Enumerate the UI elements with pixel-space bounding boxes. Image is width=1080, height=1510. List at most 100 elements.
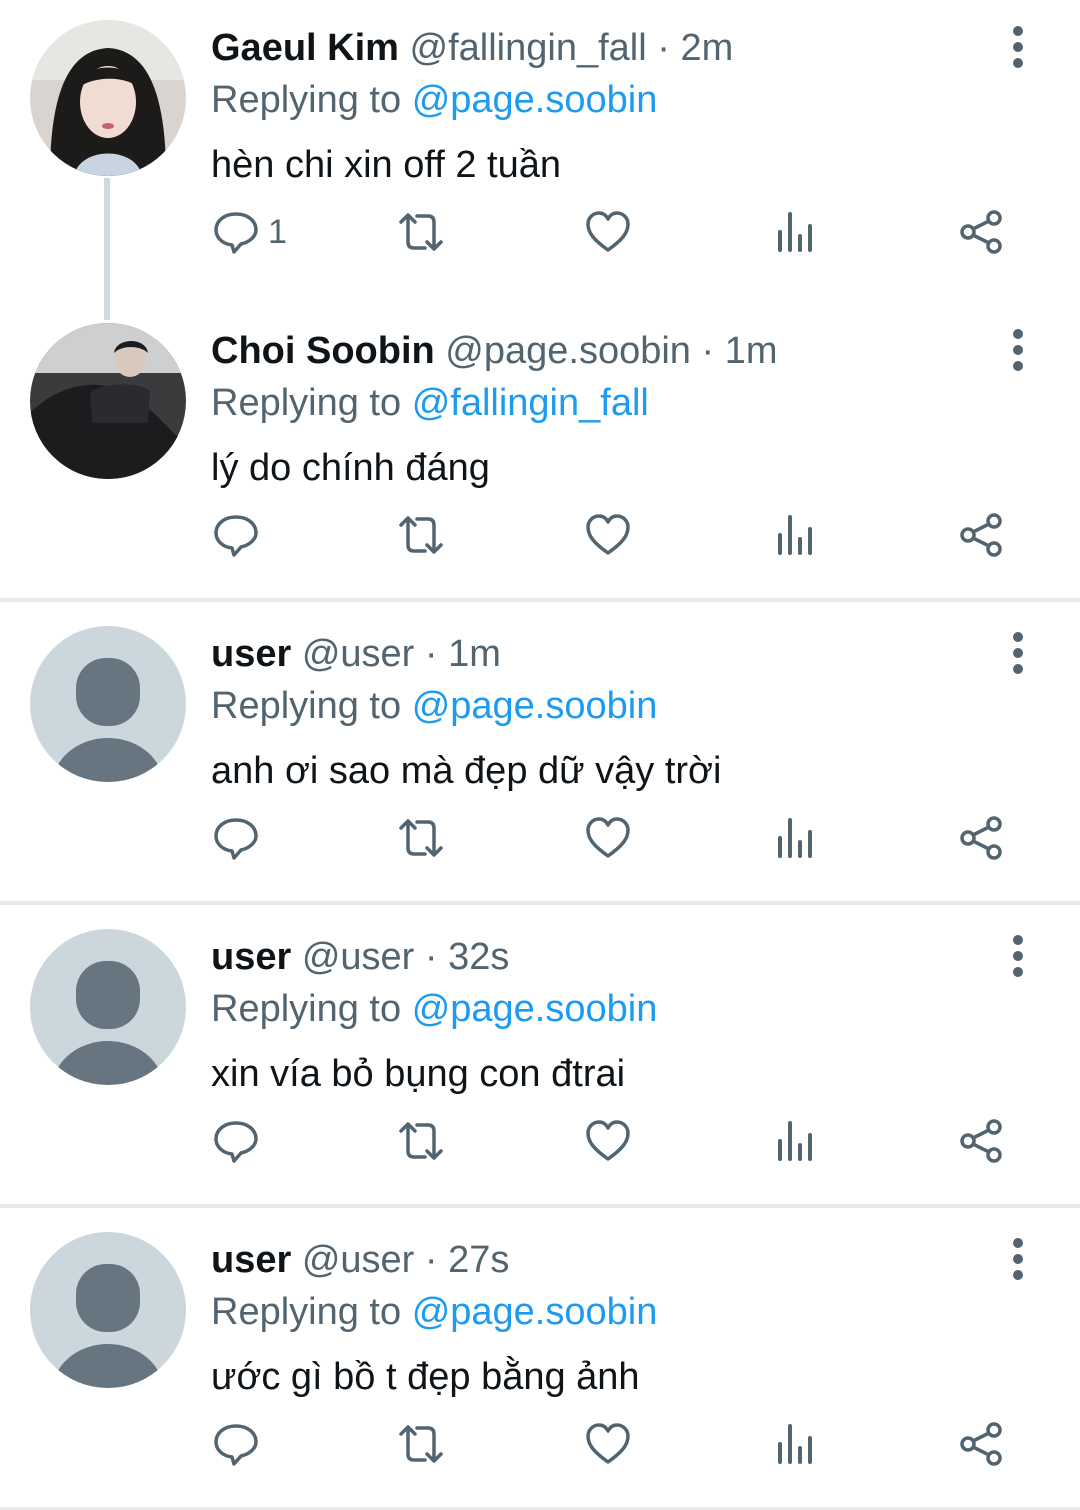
replying-to-handle[interactable]: @page.soobin [412, 1291, 658, 1333]
like-button[interactable] [584, 202, 632, 262]
replying-to-handle[interactable]: @page.soobin [412, 685, 658, 727]
heart-icon [586, 1120, 630, 1161]
display-name[interactable]: user [211, 633, 291, 675]
avatar[interactable] [30, 626, 186, 782]
time-separator: · [424, 936, 438, 978]
replying-to-line: Replying to @fallingin_fall [211, 381, 649, 425]
vertical-dots-icon [1013, 1238, 1023, 1280]
replying-to-line: Replying to @page.soobin [211, 987, 657, 1031]
more-options-button[interactable] [998, 628, 1038, 678]
tweet[interactable]: user @user · 1m Replying to @page.soobin… [0, 606, 1080, 902]
display-name[interactable]: user [211, 1239, 291, 1281]
retweet-button[interactable] [397, 202, 445, 262]
tweet[interactable]: Gaeul Kim @fallingin_fall · 2m Replying … [0, 0, 1080, 300]
more-options-button[interactable] [998, 325, 1038, 375]
avatar[interactable] [30, 1232, 186, 1388]
retweet-icon [399, 819, 443, 857]
timestamp[interactable]: 1m [448, 633, 501, 675]
replying-to-line: Replying to @page.soobin [211, 78, 657, 122]
share-button[interactable] [958, 202, 1006, 262]
divider [0, 901, 1080, 905]
reply-button[interactable] [212, 808, 268, 868]
chat-bubble-icon [214, 1121, 258, 1163]
replying-prefix: Replying to [211, 988, 402, 1030]
views-button[interactable] [772, 1414, 820, 1474]
tweet-text: xin vía bỏ bụng con đtrai [211, 1053, 626, 1095]
views-button[interactable] [772, 505, 820, 565]
default-profile-icon [30, 626, 186, 782]
share-button[interactable] [958, 1414, 1006, 1474]
timestamp[interactable]: 2m [680, 27, 733, 69]
share-icon [960, 1422, 1002, 1466]
avatar[interactable] [30, 323, 186, 479]
tweet-header: Gaeul Kim @fallingin_fall · 2m [211, 26, 733, 70]
user-handle[interactable]: @fallingin_fall [410, 27, 647, 69]
divider [0, 1204, 1080, 1208]
timestamp[interactable]: 32s [448, 936, 509, 978]
vertical-dots-icon [1013, 632, 1023, 674]
like-button[interactable] [584, 505, 632, 565]
replying-to-handle[interactable]: @page.soobin [412, 988, 658, 1030]
retweet-button[interactable] [397, 808, 445, 868]
default-profile-icon [30, 1232, 186, 1388]
vertical-dots-icon [1013, 935, 1023, 977]
replying-to-handle[interactable]: @fallingin_fall [412, 382, 649, 424]
display-name[interactable]: Choi Soobin [211, 330, 435, 372]
views-button[interactable] [772, 1111, 820, 1171]
tweet[interactable]: user @user · 32s Replying to @page.soobi… [0, 909, 1080, 1205]
replying-prefix: Replying to [211, 382, 402, 424]
tweet-actions: 1 [0, 202, 1080, 262]
retweet-button[interactable] [397, 505, 445, 565]
user-handle[interactable]: @user [302, 1239, 415, 1281]
share-button[interactable] [958, 505, 1006, 565]
bar-chart-icon [778, 515, 812, 555]
like-button[interactable] [584, 808, 632, 868]
time-separator: · [657, 27, 670, 69]
chat-bubble-icon [214, 212, 258, 254]
user-handle[interactable]: @user [302, 936, 415, 978]
reply-button[interactable]: 1 [212, 202, 287, 262]
avatar[interactable] [30, 929, 186, 1085]
more-options-button[interactable] [998, 931, 1038, 981]
share-icon [960, 210, 1002, 254]
vertical-dots-icon [1013, 329, 1023, 371]
tweet-actions [0, 1414, 1080, 1474]
time-separator: · [424, 633, 438, 675]
bar-chart-icon [778, 1424, 812, 1464]
more-options-button[interactable] [998, 1234, 1038, 1284]
tweet[interactable]: Choi Soobin @page.soobin · 1m Replying t… [0, 303, 1080, 603]
replying-to-line: Replying to @page.soobin [211, 1290, 657, 1334]
display-name[interactable]: Gaeul Kim [211, 27, 399, 69]
reply-button[interactable] [212, 1111, 268, 1171]
user-handle[interactable]: @user [302, 633, 415, 675]
retweet-button[interactable] [397, 1111, 445, 1171]
divider [0, 598, 1080, 602]
replying-to-line: Replying to @page.soobin [211, 684, 657, 728]
retweet-button[interactable] [397, 1414, 445, 1474]
reply-button[interactable] [212, 1414, 268, 1474]
views-button[interactable] [772, 202, 820, 262]
share-button[interactable] [958, 808, 1006, 868]
chat-bubble-icon [214, 1424, 258, 1466]
display-name[interactable]: user [211, 936, 291, 978]
replying-prefix: Replying to [211, 1291, 402, 1333]
user-handle[interactable]: @page.soobin [445, 330, 691, 372]
avatar[interactable] [30, 20, 186, 176]
more-options-button[interactable] [998, 22, 1038, 72]
vertical-dots-icon [1013, 26, 1023, 68]
timestamp[interactable]: 27s [448, 1239, 509, 1281]
retweet-icon [399, 213, 443, 251]
avatar-photo [30, 20, 186, 176]
reply-button[interactable] [212, 505, 268, 565]
tweet-text: anh ơi sao mà đẹp dữ vậy trời [211, 750, 722, 792]
share-icon [960, 816, 1002, 860]
heart-icon [586, 817, 630, 858]
replying-to-handle[interactable]: @page.soobin [412, 79, 658, 121]
views-button[interactable] [772, 808, 820, 868]
like-button[interactable] [584, 1414, 632, 1474]
timestamp[interactable]: 1m [725, 330, 778, 372]
like-button[interactable] [584, 1111, 632, 1171]
share-button[interactable] [958, 1111, 1006, 1171]
share-icon [960, 1119, 1002, 1163]
tweet[interactable]: user @user · 27s Replying to @page.soobi… [0, 1212, 1080, 1508]
